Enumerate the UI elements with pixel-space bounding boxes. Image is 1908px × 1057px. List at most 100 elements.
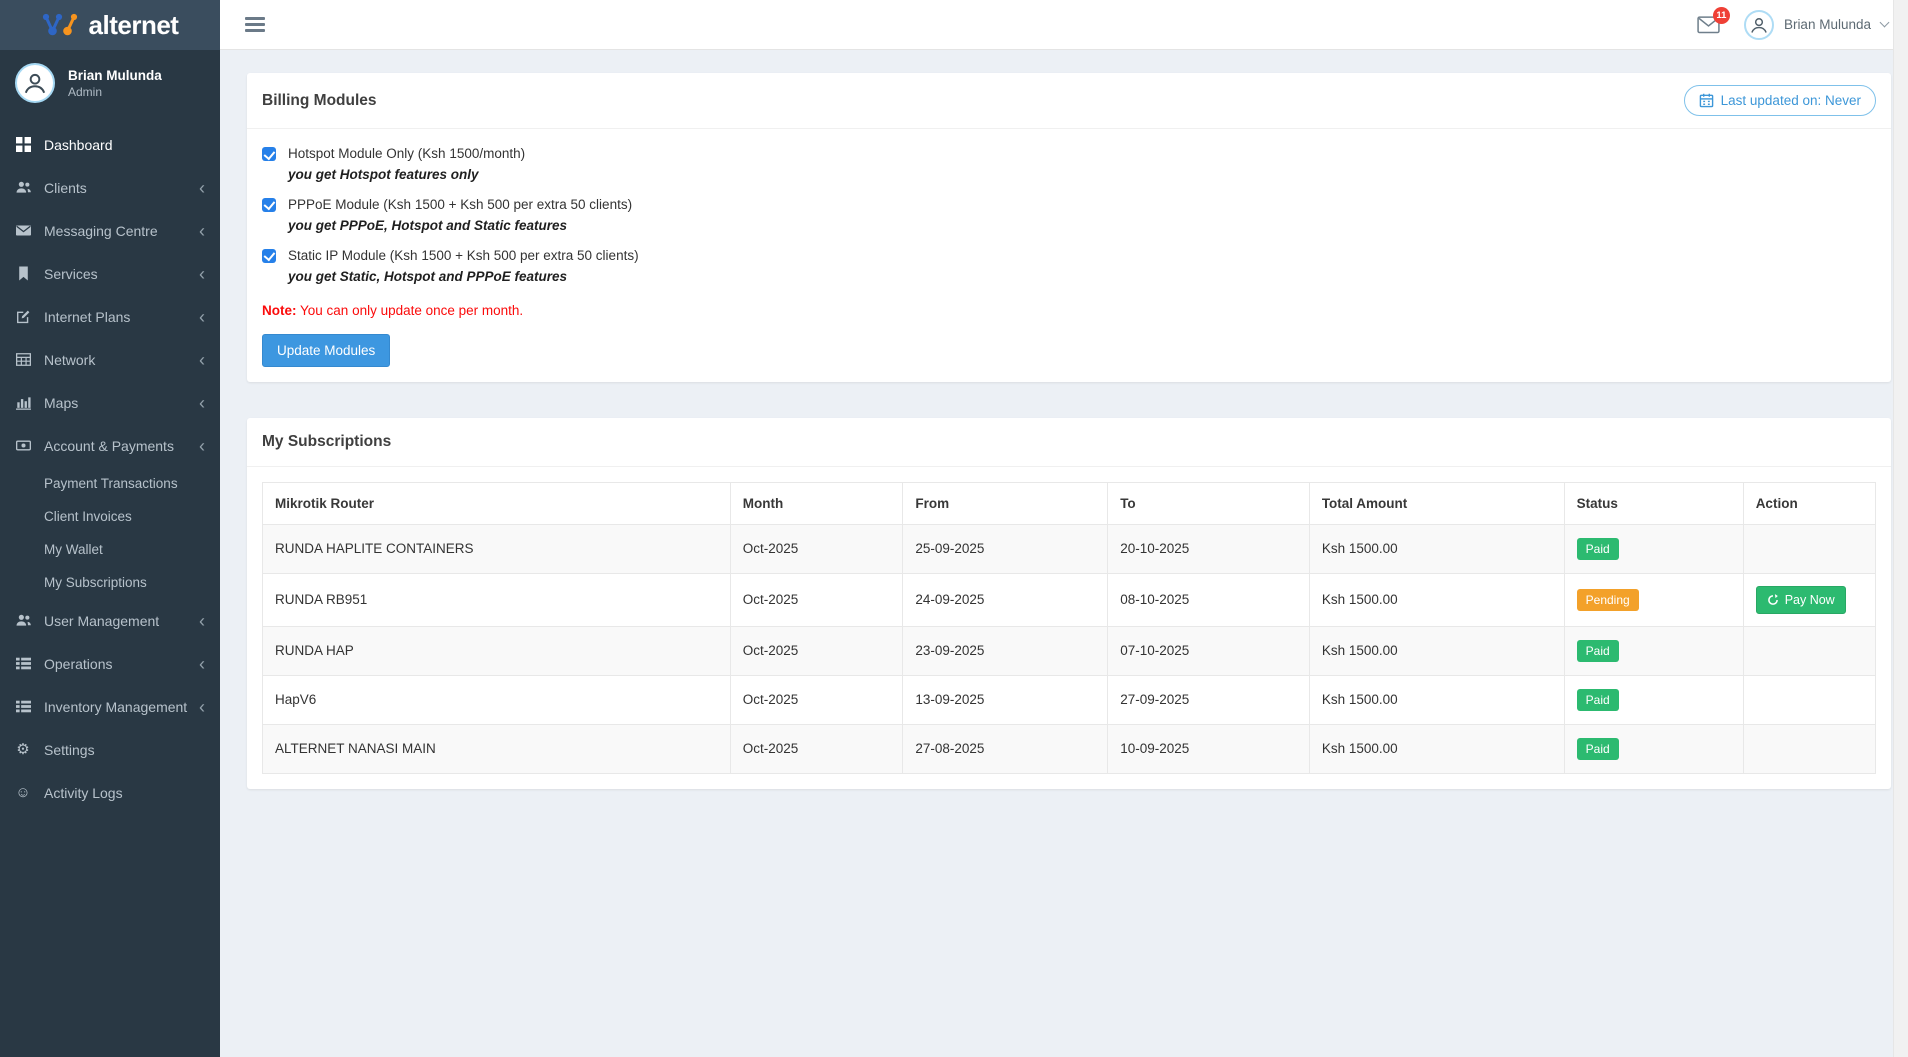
subscriptions-panel: My Subscriptions Mikrotik RouterMonthFro… (247, 418, 1891, 789)
brand-name: alternet (89, 12, 179, 38)
billing-modules-list: Hotspot Module Only (Ksh 1500/month)you … (262, 144, 1876, 288)
router-cell: RUNDA HAP (263, 626, 731, 675)
sidebar-item-inventory-management[interactable]: Inventory Management‹ (0, 685, 220, 728)
sidebar-item-messaging-centre[interactable]: Messaging Centre‹ (0, 209, 220, 252)
sidebar-submenu: Payment TransactionsClient InvoicesMy Wa… (0, 467, 220, 599)
router-cell: RUNDA RB951 (263, 573, 731, 626)
module-row: PPPoE Module (Ksh 1500 + Ksh 500 per ext… (262, 195, 1876, 237)
sidebar-subitem-my-wallet[interactable]: My Wallet (0, 533, 220, 566)
module-description: you get Static, Hotspot and PPPoE featur… (288, 267, 639, 288)
calendar-icon (1699, 93, 1714, 108)
users-icon (15, 180, 31, 196)
column-header-status: Status (1564, 482, 1743, 524)
status-cell: Pending (1564, 573, 1743, 626)
month-cell: Oct-2025 (730, 573, 903, 626)
from-cell: 27-08-2025 (903, 724, 1108, 773)
module-checkbox[interactable] (262, 198, 276, 212)
refresh-icon (1767, 594, 1779, 606)
router-cell: RUNDA HAPLITE CONTAINERS (263, 524, 731, 573)
sidebar-menu: DashboardClients‹Messaging Centre‹Servic… (0, 123, 220, 814)
amount-cell: Ksh 1500.00 (1309, 524, 1564, 573)
scrollbar[interactable] (1893, 0, 1908, 1057)
sidebar-subitem-payment-transactions[interactable]: Payment Transactions (0, 467, 220, 500)
last-updated-button[interactable]: Last updated on: Never (1684, 85, 1876, 116)
status-cell: Paid (1564, 524, 1743, 573)
module-description: you get Hotspot features only (288, 165, 525, 186)
router-cell: ALTERNET NANASI MAIN (263, 724, 731, 773)
module-checkbox[interactable] (262, 249, 276, 263)
sidebar-item-label: Inventory Management (44, 699, 187, 715)
hamburger-menu-icon[interactable] (245, 17, 265, 32)
money-icon (15, 438, 31, 454)
sidebar-item-user-management[interactable]: User Management‹ (0, 599, 220, 642)
sidebar-user-role: Admin (68, 85, 162, 99)
sidebar-item-maps[interactable]: Maps‹ (0, 381, 220, 424)
chevron-down-icon (1880, 18, 1890, 28)
column-header-from: From (903, 482, 1108, 524)
to-cell: 27-09-2025 (1108, 675, 1310, 724)
status-badge: Paid (1577, 738, 1619, 760)
module-label: Hotspot Module Only (Ksh 1500/month) (288, 144, 525, 165)
to-cell: 08-10-2025 (1108, 573, 1310, 626)
router-cell: HapV6 (263, 675, 731, 724)
sidebar-item-clients[interactable]: Clients‹ (0, 166, 220, 209)
list-icon (15, 656, 31, 672)
table-row: RUNDA HAPOct-202523-09-202507-10-2025Ksh… (263, 626, 1876, 675)
sidebar-item-activity-logs[interactable]: ☺Activity Logs (0, 771, 220, 814)
status-badge: Paid (1577, 538, 1619, 560)
bar-chart-icon (15, 395, 31, 411)
user-avatar-icon (1744, 10, 1774, 40)
subscriptions-table: Mikrotik RouterMonthFromToTotal AmountSt… (262, 482, 1876, 774)
column-header-action: Action (1743, 482, 1875, 524)
from-cell: 24-09-2025 (903, 573, 1108, 626)
status-badge: Paid (1577, 640, 1619, 662)
action-cell (1743, 675, 1875, 724)
sidebar-item-services[interactable]: Services‹ (0, 252, 220, 295)
users-icon (15, 613, 31, 629)
sidebar-item-label: Account & Payments (44, 438, 174, 454)
list-icon (15, 699, 31, 715)
action-cell (1743, 626, 1875, 675)
pay-now-button[interactable]: Pay Now (1756, 586, 1846, 614)
sidebar-subitem-client-invoices[interactable]: Client Invoices (0, 500, 220, 533)
sidebar-item-label: Maps (44, 395, 78, 411)
sidebar-item-dashboard[interactable]: Dashboard (0, 123, 220, 166)
subscriptions-title: My Subscriptions (262, 433, 391, 451)
column-header-to: To (1108, 482, 1310, 524)
sidebar-item-label: Services (44, 266, 98, 282)
sidebar-item-network[interactable]: Network‹ (0, 338, 220, 381)
from-cell: 23-09-2025 (903, 626, 1108, 675)
brand-logo[interactable]: alternet (0, 0, 220, 50)
column-header-month: Month (730, 482, 903, 524)
status-cell: Paid (1564, 626, 1743, 675)
month-cell: Oct-2025 (730, 626, 903, 675)
sidebar-subitem-my-subscriptions[interactable]: My Subscriptions (0, 566, 220, 599)
module-checkbox[interactable] (262, 147, 276, 161)
table-row: RUNDA HAPLITE CONTAINERSOct-202525-09-20… (263, 524, 1876, 573)
to-cell: 10-09-2025 (1108, 724, 1310, 773)
sidebar-item-operations[interactable]: Operations‹ (0, 642, 220, 685)
sidebar-item-settings[interactable]: ⚙Settings (0, 728, 220, 771)
messages-icon[interactable]: 11 (1697, 16, 1720, 37)
status-cell: Paid (1564, 675, 1743, 724)
billing-modules-title: Billing Modules (262, 92, 377, 110)
envelope-icon (15, 223, 31, 239)
sidebar-item-label: Operations (44, 656, 112, 672)
user-avatar-icon (15, 63, 55, 103)
column-header-total-amount: Total Amount (1309, 482, 1564, 524)
sidebar-item-label: User Management (44, 613, 159, 629)
sidebar-item-label: Dashboard (44, 137, 113, 153)
from-cell: 13-09-2025 (903, 675, 1108, 724)
amount-cell: Ksh 1500.00 (1309, 626, 1564, 675)
action-cell (1743, 524, 1875, 573)
module-description: you get PPPoE, Hotspot and Static featur… (288, 216, 632, 237)
column-header-mikrotik-router: Mikrotik Router (263, 482, 731, 524)
table-row: ALTERNET NANASI MAINOct-202527-08-202510… (263, 724, 1876, 773)
logo-mark-icon (42, 11, 82, 39)
sidebar-item-internet-plans[interactable]: Internet Plans‹ (0, 295, 220, 338)
sidebar-item-label: Clients (44, 180, 87, 196)
update-modules-button[interactable]: Update Modules (262, 334, 390, 367)
sidebar-item-account-payments[interactable]: Account & Payments‹ (0, 424, 220, 467)
month-cell: Oct-2025 (730, 675, 903, 724)
user-menu[interactable]: Brian Mulunda (1744, 10, 1888, 40)
